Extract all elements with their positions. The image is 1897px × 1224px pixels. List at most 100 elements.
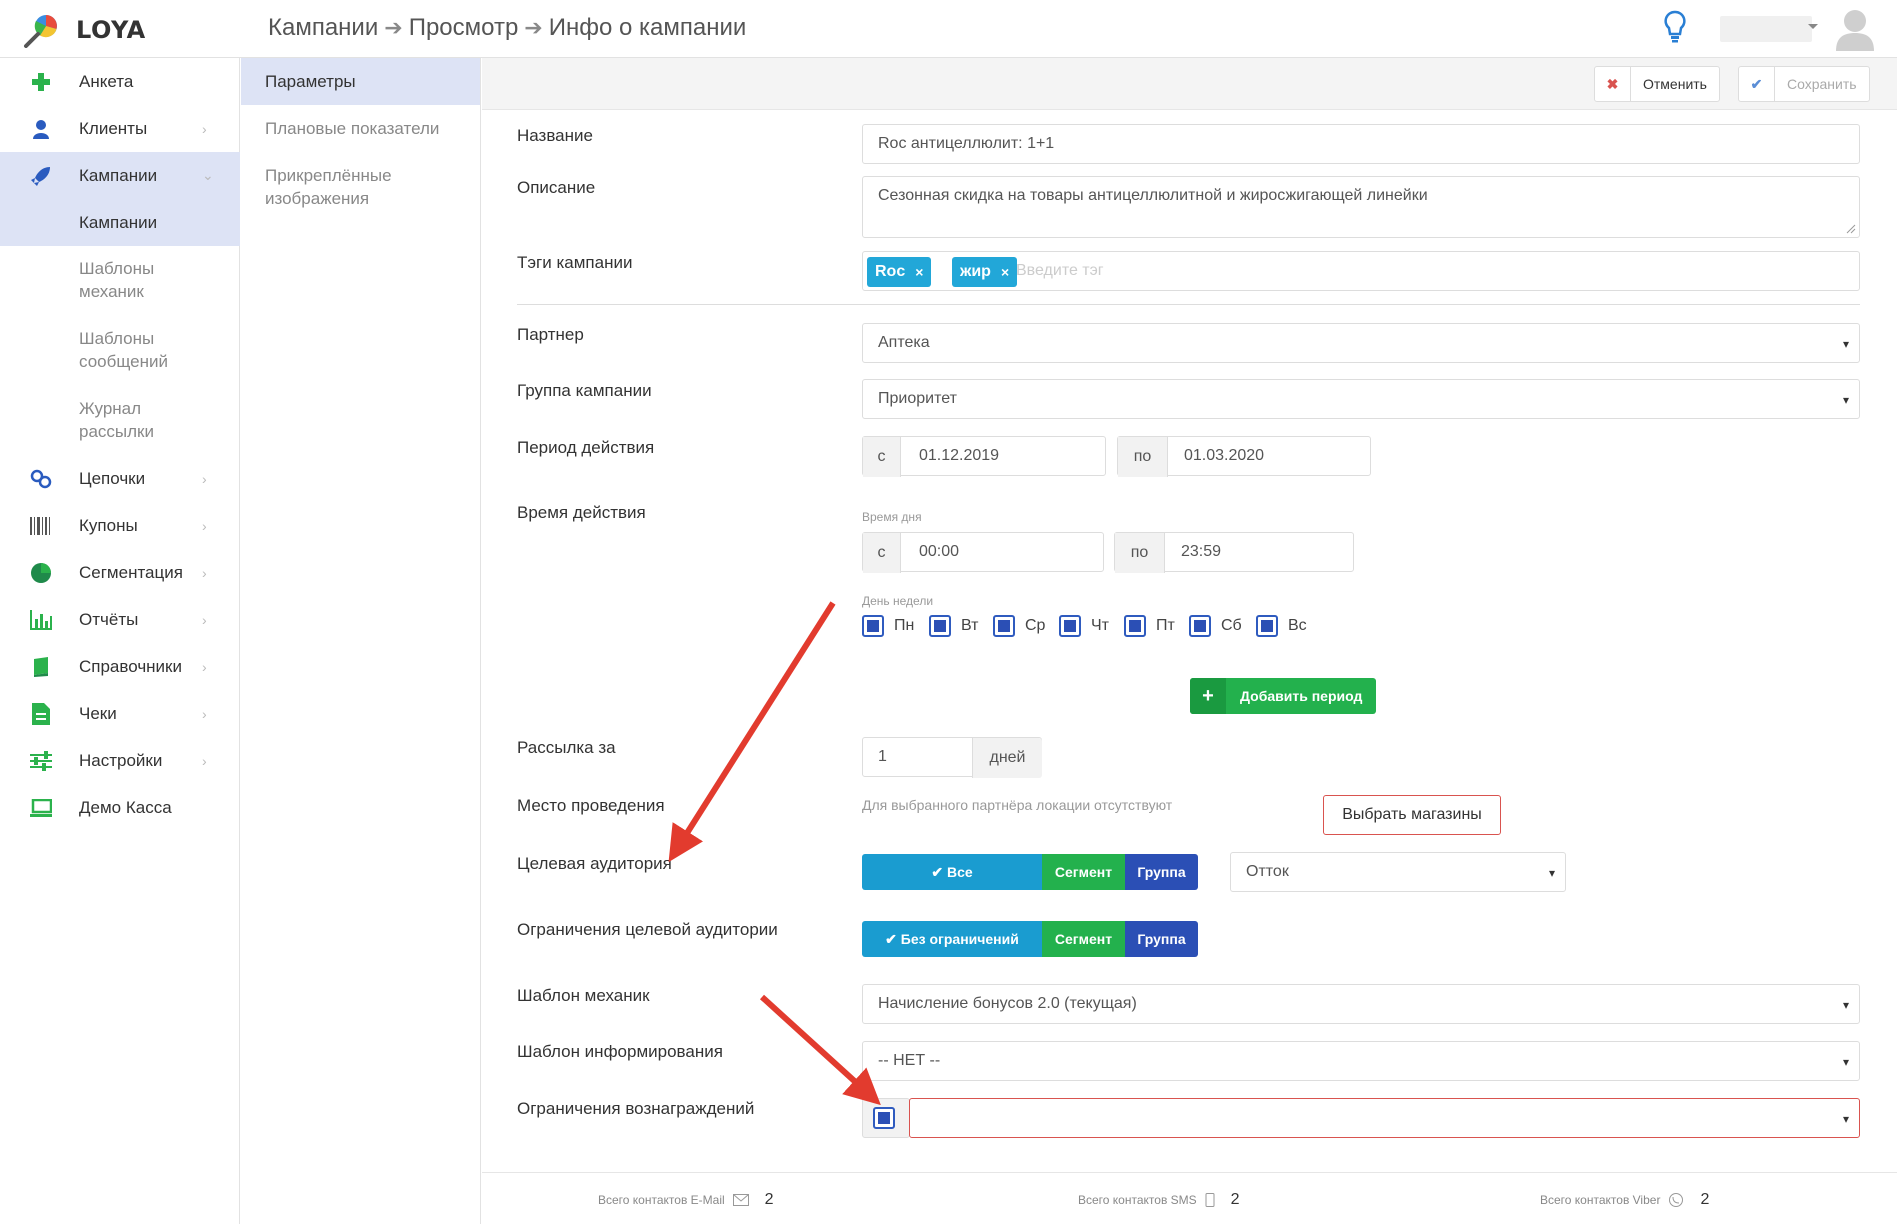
breadcrumb: Кампании ➔ Просмотр ➔ Инфо о кампании <box>268 14 746 42</box>
campaign-subnav: Параметры Плановые показатели Прикреплён… <box>241 58 481 1224</box>
audience-limits-segmented-control: ✔ Без ограничений Сегмент Группа <box>862 921 1198 957</box>
user-name-blurred[interactable] <box>1720 16 1812 42</box>
checkbox-checked[interactable] <box>1059 615 1081 637</box>
sidebar-item-receipts[interactable]: Чеки › <box>0 690 240 737</box>
sidebar-item-reports[interactable]: Отчёты › <box>0 596 240 643</box>
sidebar-item-segmentation[interactable]: Сегментация › <box>0 549 240 596</box>
subnav-item-planned-metrics[interactable]: Плановые показатели <box>241 117 480 140</box>
audience-limits-option-none[interactable]: ✔ Без ограничений <box>862 921 1042 957</box>
tag-remove-icon[interactable]: × <box>1001 264 1009 280</box>
cancel-button[interactable]: ✖ Отменить <box>1594 66 1720 102</box>
sidebar-item-campaigns[interactable]: Кампании ⌄ <box>0 152 240 199</box>
sidebar-item-coupons[interactable]: Купоны › <box>0 502 240 549</box>
breadcrumb-item[interactable]: Просмотр <box>409 14 519 42</box>
description-textarea[interactable]: Сезонная скидка на товары антицеллюлитно… <box>862 176 1860 238</box>
sidebar-item-survey[interactable]: Анкета <box>0 58 240 105</box>
weekday-checkbox-sun[interactable]: Вс <box>1256 615 1307 637</box>
period-from-input[interactable]: с 01.12.2019 <box>862 436 1106 477</box>
sidebar-subitem-message-templates[interactable]: Шаблоны сообщений <box>0 326 240 374</box>
stat-value: 2 <box>1230 1191 1240 1208</box>
caret-down-icon: ▾ <box>1842 1055 1849 1069</box>
choose-stores-button[interactable]: Выбрать магазины <box>1323 795 1501 835</box>
weekday-label: Сб <box>1221 617 1242 634</box>
time-to-input[interactable]: по 23:59 <box>1114 532 1354 573</box>
name-input[interactable]: Roc антицеллюлит: 1+1 <box>862 124 1860 164</box>
rocket-icon <box>30 165 52 187</box>
sidebar-item-demo-pos[interactable]: Демо Касса <box>0 784 240 831</box>
caret-down-icon: ▾ <box>1548 866 1555 880</box>
sidebar-item-directories[interactable]: Справочники › <box>0 643 240 690</box>
tags-input[interactable]: Roc × жир × Введите тэг <box>862 251 1860 291</box>
add-period-button[interactable]: + Добавить период <box>1190 678 1377 714</box>
weekday-checkbox-sat[interactable]: Сб <box>1189 615 1242 637</box>
avatar[interactable] <box>1834 7 1876 51</box>
sidebar-item-label: Цепочки <box>79 468 146 488</box>
period-from-prefix: с <box>863 437 901 477</box>
audience-option-segment[interactable]: Сегмент <box>1042 854 1125 890</box>
sidebar-subitem-campaigns[interactable]: Кампании <box>0 199 240 246</box>
add-period-label: Добавить период <box>1240 688 1363 704</box>
weekday-checkbox-wed[interactable]: Ср <box>993 615 1045 637</box>
arrow-right-icon: ➔ <box>384 15 403 40</box>
caret-down-icon[interactable] <box>1808 24 1818 29</box>
save-button[interactable]: ✔ Сохранить <box>1738 66 1870 102</box>
audience-limits-option-segment[interactable]: Сегмент <box>1042 921 1125 957</box>
period-to-input[interactable]: по 01.03.2020 <box>1117 436 1371 477</box>
audience-segmented-control: ✔ Все Сегмент Группа <box>862 854 1198 890</box>
sidebar-item-chains[interactable]: Цепочки › <box>0 455 240 502</box>
location-note: Для выбранного партнёра локации отсутств… <box>862 797 1173 813</box>
sidebar-item-clients[interactable]: Клиенты › <box>0 105 240 152</box>
tag-remove-icon[interactable]: × <box>915 264 923 280</box>
audience-option-all[interactable]: ✔ Все <box>862 854 1042 890</box>
time-from-value: 00:00 <box>919 543 960 560</box>
checkbox-checked[interactable] <box>1189 615 1211 637</box>
tags-placeholder: Введите тэг <box>1016 262 1104 279</box>
sidebar-subitem-mechanics-templates[interactable]: Шаблоны механик <box>0 256 240 304</box>
weekday-checkbox-fri[interactable]: Пт <box>1124 615 1175 637</box>
weekday-label: Чт <box>1091 617 1109 634</box>
lightbulb-icon[interactable] <box>1664 10 1686 44</box>
checkbox-checked[interactable] <box>862 615 884 637</box>
stat-label: Всего контактов Viber <box>1540 1193 1661 1207</box>
reward-limits-checkbox-wrap <box>862 1098 910 1138</box>
weekday-checkbox-thu[interactable]: Чт <box>1059 615 1109 637</box>
period-label: Период действия <box>517 438 655 457</box>
chevron-right-icon: › <box>202 564 207 581</box>
close-icon: ✖ <box>1595 67 1631 101</box>
logo-icon <box>24 15 57 48</box>
time-from-input[interactable]: с 00:00 <box>862 532 1104 573</box>
subnav-item-attached-images[interactable]: Прикреплённые изображения <box>241 164 421 210</box>
info-template-select[interactable]: -- НЕТ -- ▾ <box>862 1041 1860 1081</box>
resize-handle-icon[interactable] <box>1846 224 1856 234</box>
sidebar-item-label: Купоны <box>79 515 138 535</box>
subnav-item-parameters[interactable]: Параметры <box>241 58 480 105</box>
weekday-label: Ср <box>1025 617 1046 634</box>
breadcrumb-item[interactable]: Кампании <box>268 14 378 42</box>
mailing-days-input[interactable]: 1 дней <box>862 737 1042 778</box>
check-icon: ✔ <box>1739 67 1775 101</box>
checkbox-checked[interactable] <box>1256 615 1278 637</box>
checkbox-checked[interactable] <box>993 615 1015 637</box>
sidebar-item-label: Отчёты <box>79 609 139 629</box>
caret-down-icon: ▾ <box>1842 337 1849 351</box>
checkbox-checked[interactable] <box>1124 615 1146 637</box>
weekday-checkbox-tue[interactable]: Вт <box>929 615 978 637</box>
logo[interactable]: LOYA <box>22 12 146 48</box>
group-select[interactable]: Приоритет ▾ <box>862 379 1860 419</box>
reward-limits-checkbox[interactable] <box>873 1107 895 1129</box>
checkbox-checked[interactable] <box>929 615 951 637</box>
sidebar-subitem-mailing-log[interactable]: Журнал рассылки <box>0 396 240 444</box>
sidebar-item-label: Демо Касса <box>79 797 172 817</box>
stat-label: Всего контактов E-Mail <box>598 1193 725 1207</box>
audience-option-group[interactable]: Группа <box>1125 854 1198 890</box>
sidebar-item-settings[interactable]: Настройки › <box>0 737 240 784</box>
description-label: Описание <box>517 178 596 197</box>
breadcrumb-item: Инфо о кампании <box>548 14 747 41</box>
audience-limits-option-group[interactable]: Группа <box>1125 921 1198 957</box>
mechanics-template-select[interactable]: Начисление бонусов 2.0 (текущая) ▾ <box>862 984 1860 1024</box>
sidebar-item-label: Справочники <box>79 656 182 676</box>
audience-select[interactable]: Отток ▾ <box>1230 852 1566 892</box>
reward-limits-select[interactable]: ▾ <box>909 1098 1860 1138</box>
weekday-checkbox-mon[interactable]: Пн <box>862 615 914 637</box>
partner-select[interactable]: Аптека ▾ <box>862 323 1860 363</box>
